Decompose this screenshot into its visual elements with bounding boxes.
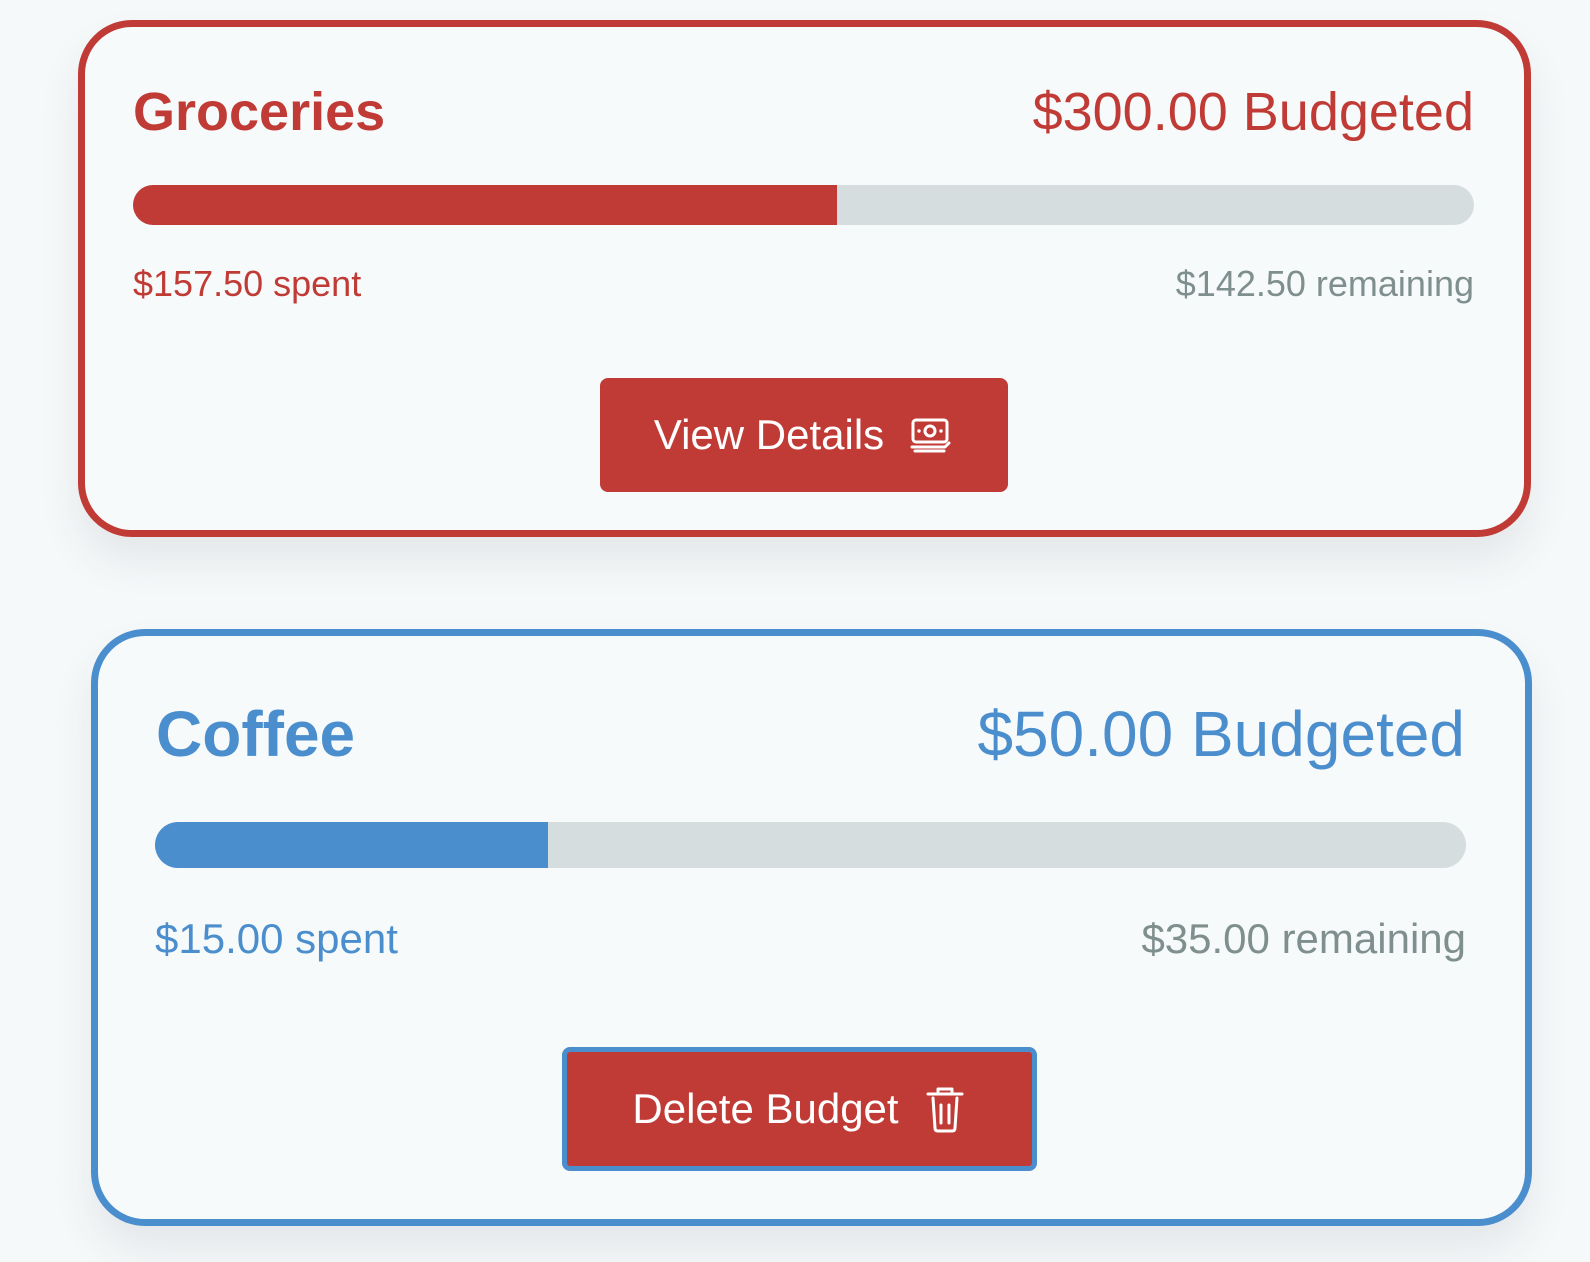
budget-progress-fill [133,185,838,225]
budget-progress-fill [155,822,549,868]
budget-title: Groceries [133,82,386,142]
spent-amount: $157.50 spent [133,263,362,304]
remaining-amount: $35.00 remaining [1141,915,1466,962]
remaining-amount: $142.50 remaining [1175,263,1474,304]
delete-budget-button[interactable]: Delete Budget [562,1047,1037,1171]
budgeted-amount: $50.00 Budgeted [977,698,1465,770]
view-details-button[interactable]: View Details [600,378,1008,492]
budget-card-groceries: Groceries $300.00 Budgeted $157.50 spent… [78,20,1531,537]
budget-title: Coffee [156,698,356,770]
budgeted-amount: $300.00 Budgeted [1032,82,1474,142]
banknotes-icon [908,416,954,454]
view-details-label: View Details [653,411,885,458]
delete-budget-label: Delete Budget [632,1085,899,1132]
spent-amount: $15.00 spent [155,915,398,962]
trash-icon [923,1084,967,1134]
budget-card-coffee: Coffee $50.00 Budgeted $15.00 spent $35.… [91,629,1532,1226]
budget-progress-track [133,185,1474,225]
budget-progress-track [155,822,1466,868]
